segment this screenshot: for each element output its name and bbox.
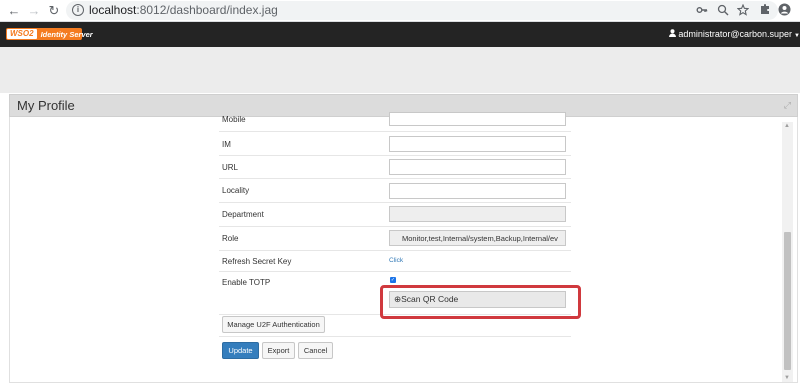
user-icon [669,29,677,39]
reload-icon[interactable]: ↻ [46,3,62,19]
row-label: Refresh Secret Key [222,257,292,266]
form-row-im: IM [219,132,571,156]
locality-input[interactable] [389,183,566,199]
scroll-up-icon[interactable]: ▲ [784,123,790,129]
url-host: localhost [89,3,137,17]
cancel-button[interactable]: Cancel [298,342,333,359]
extensions-icon[interactable] [757,3,772,18]
row-label: Locality [222,186,250,195]
form-row-url: URL [219,156,571,179]
manage-u2f-button[interactable]: Manage U2F Authentication [222,316,325,333]
user-menu[interactable]: administrator@carbon.super ▼ [669,29,800,39]
url-text: localhost:8012/dashboard/index.jag [89,3,278,18]
im-input[interactable] [389,136,566,152]
logo-mark: WSO2 [7,29,37,39]
panel-title: My Profile [17,98,75,113]
department-input [389,206,566,222]
app-header: WSO2 Identity Server administrator@carbo… [0,22,800,47]
row-label: Department [222,210,264,219]
form-row-mobile: Mobile [219,112,571,132]
address-bar[interactable]: i localhost:8012/dashboard/index.jag [66,1,778,20]
scrollbar-thumb[interactable] [784,232,791,370]
form-row-department: Department [219,203,571,227]
url-input[interactable] [389,159,566,175]
enable-totp-checkbox[interactable]: ✓ [390,277,396,283]
browser-toolbar: ← → ↻ i localhost:8012/dashboard/index.j… [0,0,800,22]
forward-arrow-icon[interactable]: → [26,3,42,19]
export-button[interactable]: Export [262,342,295,359]
key-icon[interactable] [694,4,709,19]
form-row-role: Role Monitor,test,Internal/system,Backup… [219,227,571,251]
wso2-logo[interactable]: WSO2 Identity Server [6,28,93,40]
scroll-down-icon[interactable]: ▼ [784,375,790,381]
row-label: Role [222,234,239,243]
row-label: Mobile [222,115,246,124]
star-icon[interactable] [735,3,750,19]
row-label: IM [222,140,231,149]
row-label: Enable TOTP [222,278,271,287]
refresh-secret-key-link[interactable]: Click [389,257,403,264]
caret-down-icon: ▼ [794,33,800,39]
url-path: :8012/dashboard/index.jag [136,3,278,17]
zoom-icon[interactable] [715,4,730,19]
form-row-refresh-secret-key: Refresh Secret Key Click [219,251,571,272]
user-name: administrator@carbon.super [678,29,793,39]
profile-icon[interactable] [777,3,792,18]
mobile-input[interactable] [389,112,566,126]
highlight-box [380,285,581,319]
sub-header-area [0,47,800,93]
form-row-locality: Locality [219,179,571,203]
resize-icon[interactable]: ⤢ [784,100,791,111]
role-input: Monitor,test,Internal/system,Backup,Inte… [389,230,566,246]
row-label: URL [222,163,239,172]
scrollbar[interactable]: ▲ ▼ [782,122,793,382]
back-arrow-icon[interactable]: ← [6,3,22,19]
update-button[interactable]: Update [222,342,259,359]
info-icon[interactable]: i [72,4,84,16]
logo-text: Identity Server [40,29,93,39]
